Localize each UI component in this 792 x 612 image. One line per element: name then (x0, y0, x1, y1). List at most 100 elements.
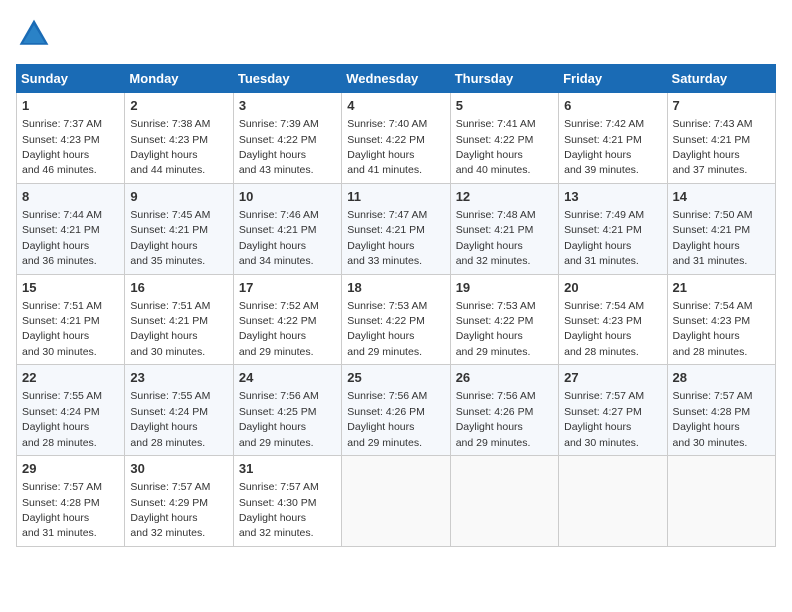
calendar-cell: 8 Sunrise: 7:44 AMSunset: 4:21 PMDayligh… (17, 183, 125, 274)
day-info: Sunrise: 7:52 AMSunset: 4:22 PMDaylight … (239, 300, 319, 358)
day-info: Sunrise: 7:53 AMSunset: 4:22 PMDaylight … (347, 300, 427, 358)
day-info: Sunrise: 7:43 AMSunset: 4:21 PMDaylight … (673, 118, 753, 176)
calendar-cell: 26 Sunrise: 7:56 AMSunset: 4:26 PMDaylig… (450, 365, 558, 456)
day-info: Sunrise: 7:42 AMSunset: 4:21 PMDaylight … (564, 118, 644, 176)
day-number: 1 (22, 97, 119, 115)
day-number: 13 (564, 188, 661, 206)
day-info: Sunrise: 7:56 AMSunset: 4:26 PMDaylight … (456, 390, 536, 448)
day-number: 12 (456, 188, 553, 206)
day-number: 20 (564, 279, 661, 297)
day-info: Sunrise: 7:45 AMSunset: 4:21 PMDaylight … (130, 209, 210, 267)
day-number: 17 (239, 279, 336, 297)
day-info: Sunrise: 7:37 AMSunset: 4:23 PMDaylight … (22, 118, 102, 176)
calendar-cell: 6 Sunrise: 7:42 AMSunset: 4:21 PMDayligh… (559, 93, 667, 184)
calendar-cell: 28 Sunrise: 7:57 AMSunset: 4:28 PMDaylig… (667, 365, 775, 456)
day-number: 7 (673, 97, 770, 115)
day-number: 4 (347, 97, 444, 115)
calendar-cell: 10 Sunrise: 7:46 AMSunset: 4:21 PMDaylig… (233, 183, 341, 274)
week-row-3: 15 Sunrise: 7:51 AMSunset: 4:21 PMDaylig… (17, 274, 776, 365)
calendar-cell: 25 Sunrise: 7:56 AMSunset: 4:26 PMDaylig… (342, 365, 450, 456)
day-number: 22 (22, 369, 119, 387)
calendar-cell: 30 Sunrise: 7:57 AMSunset: 4:29 PMDaylig… (125, 456, 233, 547)
calendar-cell: 5 Sunrise: 7:41 AMSunset: 4:22 PMDayligh… (450, 93, 558, 184)
day-number: 6 (564, 97, 661, 115)
day-info: Sunrise: 7:56 AMSunset: 4:25 PMDaylight … (239, 390, 319, 448)
day-number: 2 (130, 97, 227, 115)
calendar-cell: 19 Sunrise: 7:53 AMSunset: 4:22 PMDaylig… (450, 274, 558, 365)
logo (16, 16, 58, 52)
calendar-cell: 12 Sunrise: 7:48 AMSunset: 4:21 PMDaylig… (450, 183, 558, 274)
day-info: Sunrise: 7:57 AMSunset: 4:28 PMDaylight … (673, 390, 753, 448)
day-number: 5 (456, 97, 553, 115)
day-info: Sunrise: 7:51 AMSunset: 4:21 PMDaylight … (22, 300, 102, 358)
day-info: Sunrise: 7:38 AMSunset: 4:23 PMDaylight … (130, 118, 210, 176)
day-info: Sunrise: 7:57 AMSunset: 4:30 PMDaylight … (239, 481, 319, 539)
day-number: 27 (564, 369, 661, 387)
day-number: 15 (22, 279, 119, 297)
calendar-cell: 18 Sunrise: 7:53 AMSunset: 4:22 PMDaylig… (342, 274, 450, 365)
day-number: 18 (347, 279, 444, 297)
day-number: 9 (130, 188, 227, 206)
day-number: 30 (130, 460, 227, 478)
weekday-header-saturday: Saturday (667, 65, 775, 93)
calendar-cell: 23 Sunrise: 7:55 AMSunset: 4:24 PMDaylig… (125, 365, 233, 456)
day-number: 3 (239, 97, 336, 115)
week-row-2: 8 Sunrise: 7:44 AMSunset: 4:21 PMDayligh… (17, 183, 776, 274)
day-info: Sunrise: 7:50 AMSunset: 4:21 PMDaylight … (673, 209, 753, 267)
day-info: Sunrise: 7:46 AMSunset: 4:21 PMDaylight … (239, 209, 319, 267)
week-row-5: 29 Sunrise: 7:57 AMSunset: 4:28 PMDaylig… (17, 456, 776, 547)
day-info: Sunrise: 7:47 AMSunset: 4:21 PMDaylight … (347, 209, 427, 267)
day-info: Sunrise: 7:55 AMSunset: 4:24 PMDaylight … (130, 390, 210, 448)
day-number: 31 (239, 460, 336, 478)
day-info: Sunrise: 7:51 AMSunset: 4:21 PMDaylight … (130, 300, 210, 358)
day-info: Sunrise: 7:57 AMSunset: 4:29 PMDaylight … (130, 481, 210, 539)
day-info: Sunrise: 7:54 AMSunset: 4:23 PMDaylight … (673, 300, 753, 358)
calendar-cell: 27 Sunrise: 7:57 AMSunset: 4:27 PMDaylig… (559, 365, 667, 456)
calendar-cell (559, 456, 667, 547)
day-info: Sunrise: 7:56 AMSunset: 4:26 PMDaylight … (347, 390, 427, 448)
week-row-1: 1 Sunrise: 7:37 AMSunset: 4:23 PMDayligh… (17, 93, 776, 184)
day-info: Sunrise: 7:55 AMSunset: 4:24 PMDaylight … (22, 390, 102, 448)
day-info: Sunrise: 7:48 AMSunset: 4:21 PMDaylight … (456, 209, 536, 267)
calendar-cell: 3 Sunrise: 7:39 AMSunset: 4:22 PMDayligh… (233, 93, 341, 184)
calendar-cell: 14 Sunrise: 7:50 AMSunset: 4:21 PMDaylig… (667, 183, 775, 274)
day-info: Sunrise: 7:54 AMSunset: 4:23 PMDaylight … (564, 300, 644, 358)
weekday-header-friday: Friday (559, 65, 667, 93)
day-info: Sunrise: 7:49 AMSunset: 4:21 PMDaylight … (564, 209, 644, 267)
calendar-cell: 17 Sunrise: 7:52 AMSunset: 4:22 PMDaylig… (233, 274, 341, 365)
weekday-header-thursday: Thursday (450, 65, 558, 93)
day-number: 19 (456, 279, 553, 297)
calendar-cell (667, 456, 775, 547)
calendar-table: SundayMondayTuesdayWednesdayThursdayFrid… (16, 64, 776, 547)
day-info: Sunrise: 7:57 AMSunset: 4:28 PMDaylight … (22, 481, 102, 539)
calendar-cell: 7 Sunrise: 7:43 AMSunset: 4:21 PMDayligh… (667, 93, 775, 184)
calendar-cell: 15 Sunrise: 7:51 AMSunset: 4:21 PMDaylig… (17, 274, 125, 365)
day-number: 25 (347, 369, 444, 387)
day-number: 8 (22, 188, 119, 206)
day-number: 26 (456, 369, 553, 387)
calendar-cell (450, 456, 558, 547)
calendar-cell: 1 Sunrise: 7:37 AMSunset: 4:23 PMDayligh… (17, 93, 125, 184)
day-number: 23 (130, 369, 227, 387)
calendar-cell: 13 Sunrise: 7:49 AMSunset: 4:21 PMDaylig… (559, 183, 667, 274)
day-number: 29 (22, 460, 119, 478)
weekday-header-monday: Monday (125, 65, 233, 93)
calendar-cell: 11 Sunrise: 7:47 AMSunset: 4:21 PMDaylig… (342, 183, 450, 274)
logo-icon (16, 16, 52, 52)
calendar-cell: 24 Sunrise: 7:56 AMSunset: 4:25 PMDaylig… (233, 365, 341, 456)
weekday-header-row: SundayMondayTuesdayWednesdayThursdayFrid… (17, 65, 776, 93)
day-info: Sunrise: 7:44 AMSunset: 4:21 PMDaylight … (22, 209, 102, 267)
day-info: Sunrise: 7:40 AMSunset: 4:22 PMDaylight … (347, 118, 427, 176)
calendar-cell: 22 Sunrise: 7:55 AMSunset: 4:24 PMDaylig… (17, 365, 125, 456)
week-row-4: 22 Sunrise: 7:55 AMSunset: 4:24 PMDaylig… (17, 365, 776, 456)
day-number: 10 (239, 188, 336, 206)
calendar-cell: 9 Sunrise: 7:45 AMSunset: 4:21 PMDayligh… (125, 183, 233, 274)
calendar-cell: 2 Sunrise: 7:38 AMSunset: 4:23 PMDayligh… (125, 93, 233, 184)
calendar-cell: 20 Sunrise: 7:54 AMSunset: 4:23 PMDaylig… (559, 274, 667, 365)
day-number: 24 (239, 369, 336, 387)
weekday-header-sunday: Sunday (17, 65, 125, 93)
calendar-cell: 4 Sunrise: 7:40 AMSunset: 4:22 PMDayligh… (342, 93, 450, 184)
weekday-header-tuesday: Tuesday (233, 65, 341, 93)
day-info: Sunrise: 7:57 AMSunset: 4:27 PMDaylight … (564, 390, 644, 448)
weekday-header-wednesday: Wednesday (342, 65, 450, 93)
